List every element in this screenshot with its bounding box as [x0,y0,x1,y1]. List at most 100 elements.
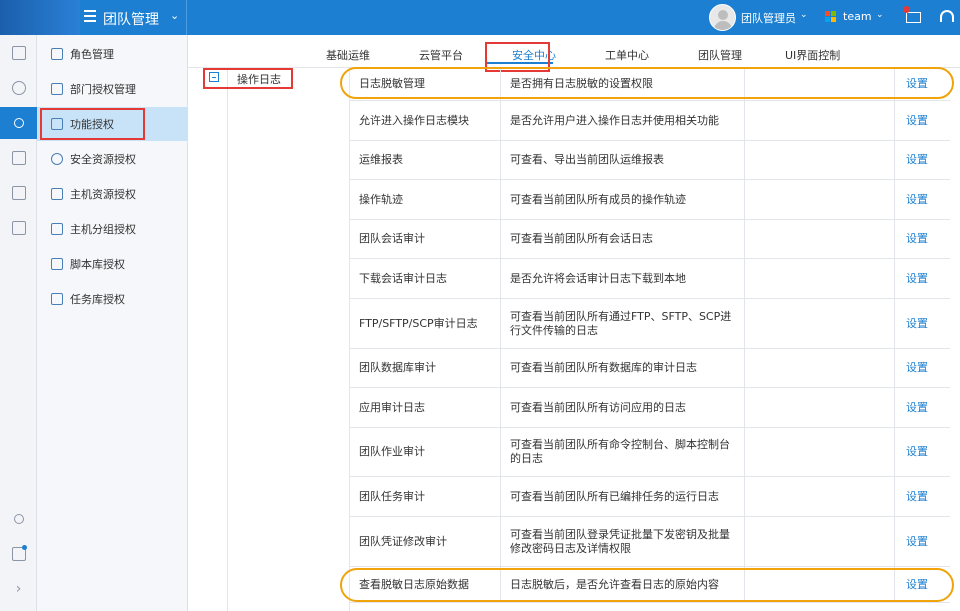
shield-icon [51,153,63,165]
user-name[interactable]: 团队管理员 [741,10,796,26]
team-selector[interactable]: team [843,10,872,23]
permission-desc: 可查看、导出当前团队运维报表 [501,141,745,179]
app-title[interactable]: 团队管理 [103,9,159,29]
permission-desc: 可查看当前团队登录凭证批量下发密钥及批量修改密码日志及详情权限 [501,517,745,566]
folder-icon [51,223,63,235]
table-row: 运维报表 可查看、导出当前团队运维报表 设置 [349,141,950,180]
logo [0,0,80,35]
empty-cell [745,180,895,219]
sidebar-item-script-library-auth[interactable]: 脚本库授权 [37,247,188,281]
tab-team-management[interactable]: 团队管理 [698,47,742,63]
empty-cell [745,101,895,140]
highlight-oval [340,568,954,602]
table-row: 允许进入操作日志模块 是否允许用户进入操作日志并使用相关功能 设置 [349,101,950,141]
monitor-icon [51,188,63,200]
tab-bar: 基础运维 云管平台 安全中心 工单中心 团队管理 UI界面控制 [188,35,960,68]
sidebar-item-task-library-auth[interactable]: 任务库授权 [37,282,188,316]
icon-rail: › [0,35,37,611]
table-row: 团队数据库审计 可查看当前团队所有数据库的审计日志 设置 [349,349,950,388]
sidebar-item-label: 任务库授权 [70,293,125,306]
settings-link[interactable]: 设置 [895,388,950,427]
empty-cell [745,220,895,258]
org-chart-icon [51,83,63,95]
empty-cell [745,299,895,348]
tab-ticket-center[interactable]: 工单中心 [605,47,649,63]
settings-link[interactable]: 设置 [895,477,950,516]
chevron-right-icon[interactable]: › [0,573,37,605]
top-bar: 团队管理 ⌄ 团队管理员 ⌄ team ⌄ [0,0,960,35]
permission-name: 团队作业审计 [349,428,501,476]
empty-cell [745,388,895,427]
task-check-icon[interactable] [0,538,37,570]
hamburger-menu-icon[interactable] [84,10,96,22]
headset-icon[interactable] [940,10,954,22]
permission-name: 下载会话审计日志 [349,259,501,298]
settings-link[interactable]: 设置 [895,299,950,348]
tab-cloud-platform[interactable]: 云管平台 [419,47,463,63]
sidebar-item-label: 安全资源授权 [70,153,136,166]
settings-link[interactable]: 设置 [895,180,950,219]
chevron-down-icon[interactable]: ⌄ [876,10,884,20]
permission-name: 允许进入操作日志模块 [349,101,501,140]
table-row: 下载会话审计日志 是否允许将会话审计日志下载到本地 设置 [349,259,950,299]
sidebar-item-role-management[interactable]: 角色管理 [37,37,188,71]
table-row: 团队凭证修改审计 可查看当前团队登录凭证批量下发密钥及批量修改密码日志及详情权限… [349,517,950,567]
permission-name: 操作轨迹 [349,180,501,219]
permission-desc: 可查看当前团队所有会话日志 [501,220,745,258]
empty-cell [745,141,895,179]
clipboard-icon[interactable] [0,177,37,209]
permission-name: 团队任务审计 [349,477,501,516]
tab-ui-control[interactable]: UI界面控制 [785,47,840,63]
search-icon[interactable] [0,503,37,535]
notification-badge [903,6,910,13]
settings-link[interactable]: 设置 [895,349,950,387]
permission-name: 应用审计日志 [349,388,501,427]
sidebar-item-label: 角色管理 [70,48,114,61]
sidebar-item-host-group-auth[interactable]: 主机分组授权 [37,212,188,246]
settings-link[interactable]: 设置 [895,141,950,179]
table-row: 团队作业审计 可查看当前团队所有命令控制台、脚本控制台的日志 设置 [349,428,950,477]
settings-link[interactable]: 设置 [895,220,950,258]
empty-cell [745,349,895,387]
table-row: 团队任务审计 可查看当前团队所有已编排任务的运行日志 设置 [349,477,950,517]
user-settings-icon[interactable] [0,107,37,139]
sidebar-item-label: 主机资源授权 [70,188,136,201]
mail-icon[interactable] [906,12,921,23]
avatar[interactable] [709,4,736,31]
list-icon[interactable] [0,142,37,174]
permission-name: 团队数据库审计 [349,349,501,387]
permission-desc: 是否允许将会话审计日志下载到本地 [501,259,745,298]
sidebar-item-security-resource-auth[interactable]: 安全资源授权 [37,142,188,176]
windows-logo-icon [825,11,837,23]
empty-cell [745,477,895,516]
sidebar-item-label: 脚本库授权 [70,258,125,271]
permission-name: FTP/SFTP/SCP审计日志 [349,299,501,348]
permission-desc: 可查看当前团队所有成员的操作轨迹 [501,180,745,219]
clipboard-icon [51,293,63,305]
settings-link[interactable]: 设置 [895,259,950,298]
sidebar-item-label: 主机分组授权 [70,223,136,236]
settings-link[interactable]: 设置 [895,517,950,566]
users-icon[interactable] [0,72,37,104]
sidebar-item-department-auth[interactable]: 部门授权管理 [37,72,188,106]
chevron-down-icon[interactable]: ⌄ [170,9,179,22]
permission-desc: 可查看当前团队所有数据库的审计日志 [501,349,745,387]
tab-basic-ops[interactable]: 基础运维 [326,47,370,63]
book-icon[interactable] [0,212,37,244]
document-icon[interactable] [0,37,37,69]
highlight-box [203,68,293,89]
tree-column [188,68,228,611]
table-row: FTP/SFTP/SCP审计日志 可查看当前团队所有通过FTP、SFTP、SCP… [349,299,950,349]
settings-link[interactable]: 设置 [895,428,950,476]
table-row: 团队会话审计 可查看当前团队所有会话日志 设置 [349,220,950,259]
sidebar-item-host-resource-auth[interactable]: 主机资源授权 [37,177,188,211]
chevron-down-icon[interactable]: ⌄ [800,10,808,20]
permission-desc: 可查看当前团队所有通过FTP、SFTP、SCP进行文件传输的日志 [501,299,745,348]
sidebar-item-label: 部门授权管理 [70,83,136,96]
highlight-box [40,108,145,140]
permission-name: 运维报表 [349,141,501,179]
permission-name: 团队凭证修改审计 [349,517,501,566]
permission-desc: 可查看当前团队所有访问应用的日志 [501,388,745,427]
settings-link[interactable]: 设置 [895,101,950,140]
code-icon [51,258,63,270]
